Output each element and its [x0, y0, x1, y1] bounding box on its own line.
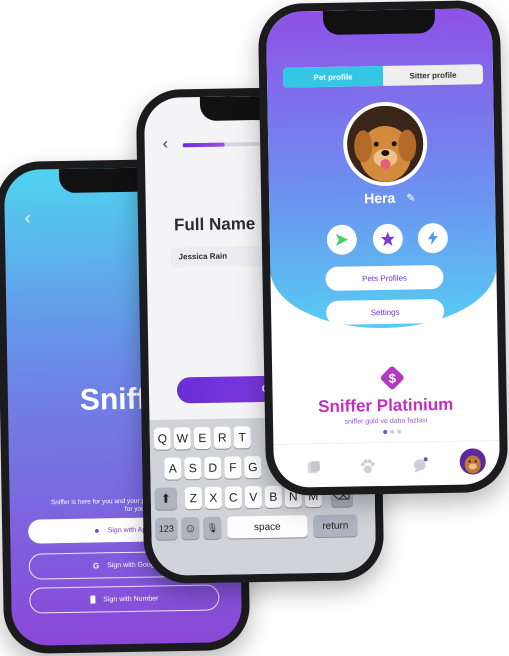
paw-icon[interactable] [358, 456, 378, 476]
key-g[interactable]: G [244, 455, 262, 479]
phone-notch [322, 9, 436, 36]
profile-screen: Pet profile Sitter profile Hera ✎ Pets P… [265, 8, 501, 488]
key-return[interactable]: return [313, 514, 358, 538]
platinum-logo-icon: $ [379, 365, 405, 391]
tab-bar-divider [273, 439, 500, 445]
cards-icon[interactable] [304, 457, 324, 477]
pets-profiles-button[interactable]: Pets Profiles [325, 264, 444, 292]
profile-type-toggle: Pet profile Sitter profile [282, 64, 484, 88]
key-f[interactable]: F [224, 456, 242, 479]
pencil-icon[interactable]: ✎ [406, 191, 415, 204]
chevron-left-icon[interactable]: ‹ [25, 208, 31, 229]
profile-avatar[interactable] [459, 448, 486, 475]
google-icon: G [92, 560, 100, 571]
carousel-dot[interactable] [383, 429, 388, 435]
sign-with-number-button[interactable]: Sign with Number [29, 584, 220, 614]
pet-avatar[interactable] [346, 105, 424, 183]
settings-button[interactable]: Settings [325, 298, 445, 326]
key-b[interactable]: B [264, 485, 283, 508]
chevron-left-icon[interactable]: ‹ [163, 136, 169, 154]
key-z[interactable]: Z [184, 487, 203, 510]
platinum-subtitle: sniffer gold ve daha fazlası [344, 417, 428, 426]
key-e[interactable]: E [193, 426, 211, 450]
key-q[interactable]: Q [153, 427, 171, 450]
key-numbers[interactable]: 123 [155, 517, 178, 540]
key-space[interactable]: space [227, 515, 308, 539]
chat-icon[interactable] [410, 455, 430, 475]
key-a[interactable]: A [164, 457, 182, 480]
mic-icon[interactable]: 🎙 [203, 516, 222, 540]
tab-pet-profile[interactable]: Pet profile [282, 65, 384, 88]
svg-text:$: $ [389, 371, 397, 386]
key-d[interactable]: D [204, 456, 222, 479]
profile-phone: Pet profile Sitter profile Hera ✎ Pets P… [257, 0, 509, 497]
apple-icon: ● [94, 525, 100, 536]
emoji-icon[interactable]: ☺ [181, 517, 200, 540]
key-s[interactable]: S [184, 457, 202, 480]
tab-sitter-profile[interactable]: Sitter profile [383, 64, 483, 86]
platinum-title: Sniffer Platinium [318, 394, 454, 417]
carousel-dots [383, 429, 402, 435]
sign-with-google-label: Sign with Goog [107, 560, 155, 569]
key-v[interactable]: V [244, 485, 263, 509]
pet-name: Hera [363, 189, 396, 207]
key-r[interactable]: R [213, 426, 231, 449]
progress-fill [182, 142, 225, 148]
carousel-dot[interactable] [390, 429, 395, 434]
phone-icon [90, 595, 96, 604]
key-x[interactable]: X [204, 486, 223, 509]
full-name-label: Full Name [173, 214, 256, 235]
key-shift[interactable]: ⬆ [154, 487, 178, 510]
key-t[interactable]: T [233, 426, 251, 449]
key-w[interactable]: W [173, 427, 191, 450]
key-c[interactable]: C [224, 486, 243, 509]
sign-with-number-label: Sign with Number [103, 594, 159, 603]
carousel-dot[interactable] [397, 429, 402, 434]
